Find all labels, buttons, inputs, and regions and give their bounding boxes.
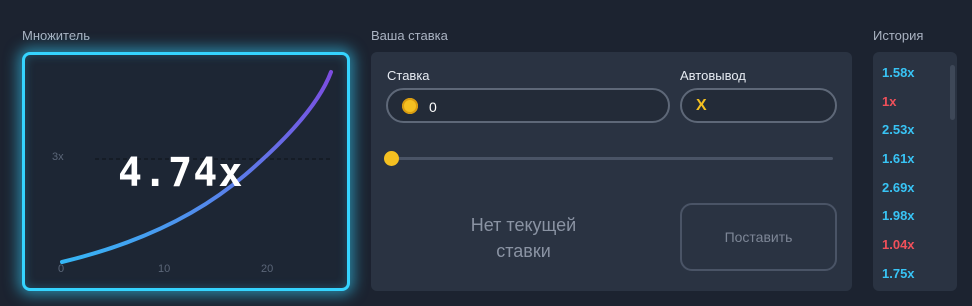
history-item: 1.98x: [882, 208, 915, 224]
no-bet-message: Нет текущей ставки: [441, 212, 606, 264]
history-item: 2.53x: [882, 122, 915, 138]
multiplier-graph: 3x 0 10 20 4.74x: [22, 52, 350, 291]
x-tick-label-20: 20: [261, 263, 274, 275]
history-item: 1.58x: [882, 65, 915, 80]
stake-label: Ставка: [387, 68, 430, 83]
history-list: 1.58x 1x 2.53x 1.61x 2.69x 1.98x 1.04x 1.75x: [882, 59, 915, 289]
history-item: 1.75x: [882, 265, 915, 281]
history-item: 1.61x: [882, 151, 915, 167]
place-bet-button[interactable]: Поставить: [680, 203, 837, 271]
x-tick-label-0: 0: [58, 263, 65, 275]
history-item: 1x: [882, 93, 897, 109]
coin-icon: [402, 98, 418, 114]
x-tick-label-10: 10: [158, 263, 171, 275]
multiplier-value: 4.74x: [118, 150, 244, 196]
autocashout-label: Автовывод: [680, 68, 746, 83]
multiplier-title: Множитель: [22, 28, 91, 43]
no-bet-line-2: ставки: [496, 241, 551, 261]
history-scrollbar[interactable]: [950, 65, 955, 120]
history-title: История: [873, 28, 924, 43]
bet-title: Ваша ставка: [371, 28, 448, 43]
stake-value: 0: [429, 99, 437, 115]
history-item: 1.04x: [882, 237, 915, 253]
history-panel: 1.58x 1x 2.53x 1.61x 2.69x 1.98x 1.04x 1.75x: [873, 52, 957, 291]
history-item: 2.69x: [882, 179, 915, 195]
stake-slider-track[interactable]: [391, 157, 833, 160]
bet-panel: Ставка Автовывод 0 X Нет текущей ставки …: [371, 52, 852, 291]
autocashout-input[interactable]: X: [680, 88, 837, 123]
stake-input[interactable]: 0: [386, 88, 670, 123]
stake-slider-thumb[interactable]: [384, 151, 399, 166]
autocashout-value: X: [696, 97, 707, 114]
no-bet-line-1: Нет текущей: [470, 215, 577, 235]
y-tick-label: 3x: [52, 151, 64, 163]
